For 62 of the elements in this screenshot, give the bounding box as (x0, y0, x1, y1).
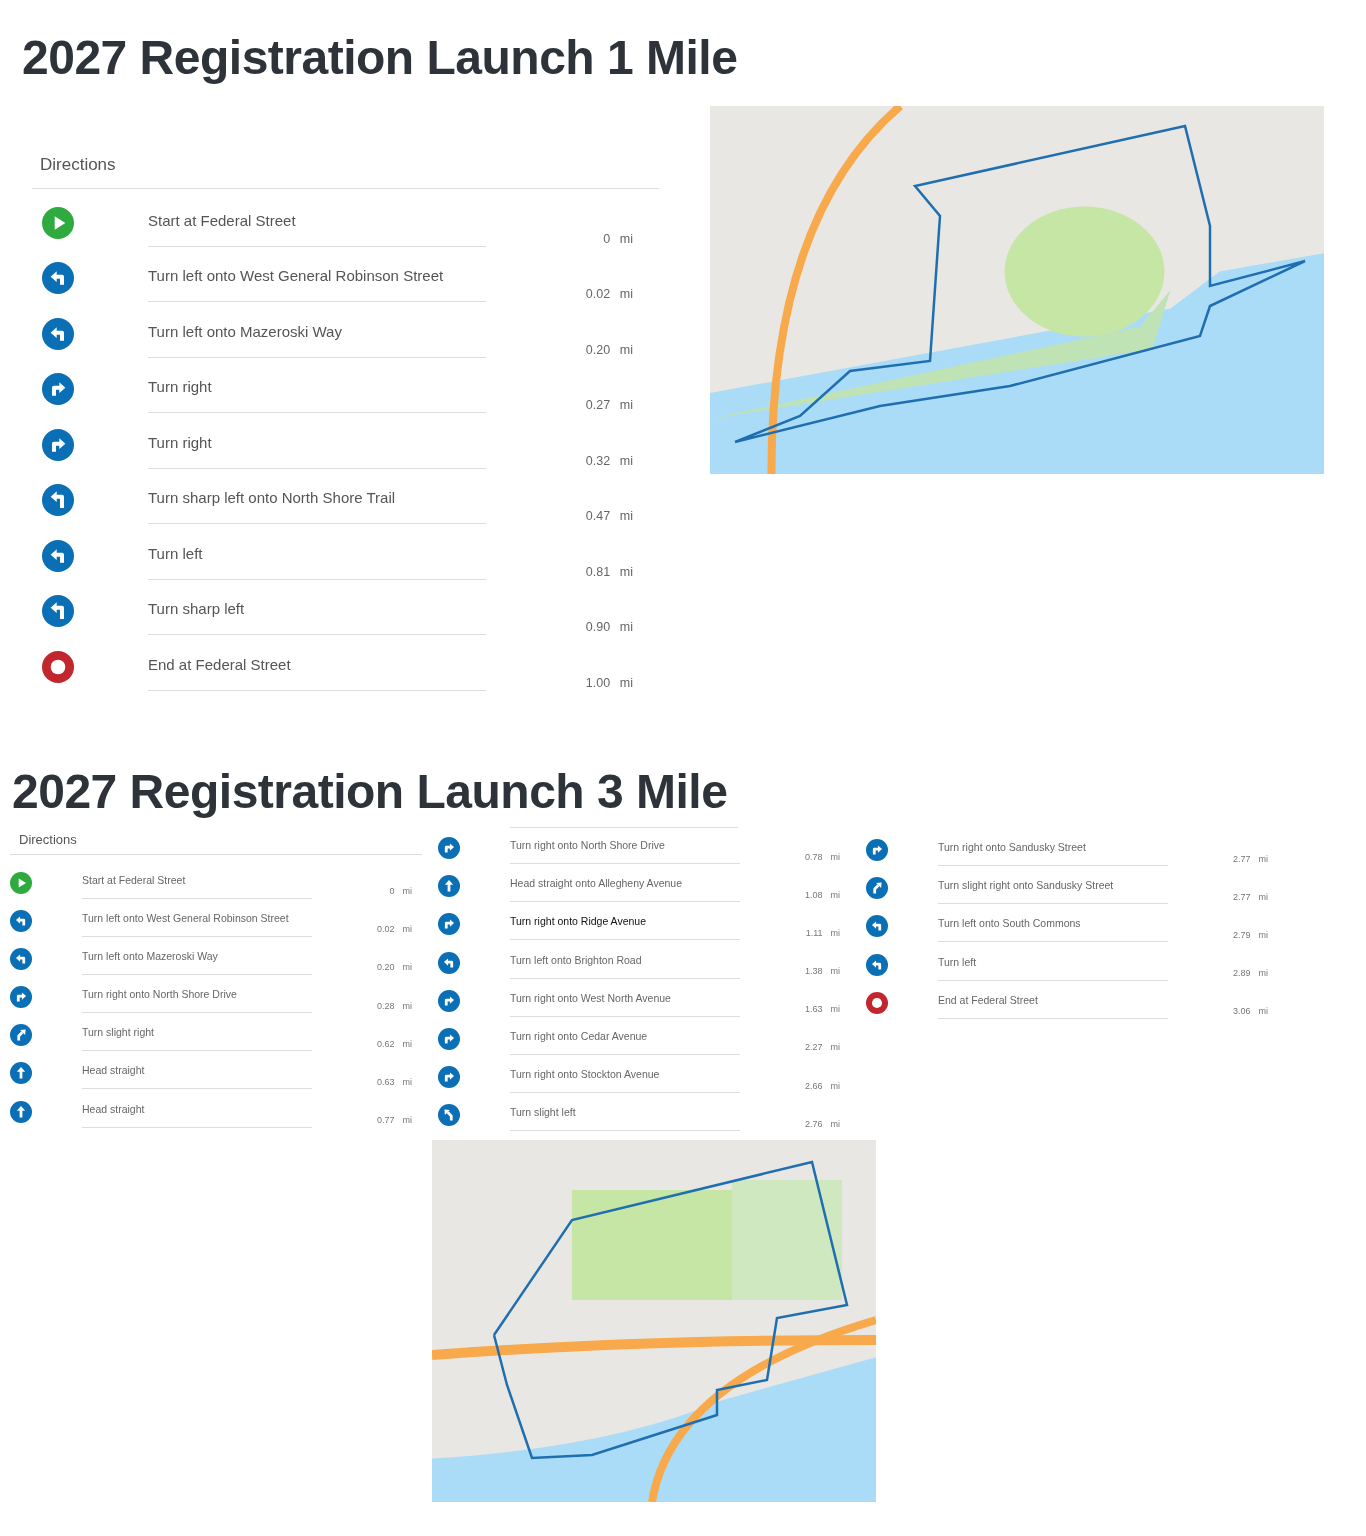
direction-step[interactable]: End at Federal Street (938, 982, 1168, 1019)
direction-step[interactable]: Turn right onto Sandusky Street (938, 830, 1168, 866)
distance-label: 2.89 mi (1233, 967, 1268, 981)
direction-step[interactable]: Turn slight right onto Sandusky Street (938, 868, 1168, 905)
direction-step[interactable]: Turn slight right (82, 1015, 312, 1052)
direction-step[interactable]: Head straight (82, 1053, 312, 1090)
direction-step[interactable]: Turn left (148, 537, 486, 580)
distance-label: 0.47 mi (585, 508, 633, 526)
distance-label: 2.77 mi (1233, 890, 1268, 904)
direction-step[interactable]: Turn right onto Stockton Avenue (510, 1057, 740, 1094)
distance-label: 2.66 mi (805, 1079, 840, 1093)
distance-label: 0.20 mi (585, 341, 633, 359)
direction-step[interactable]: Turn left onto Brighton Road (510, 942, 740, 979)
direction-step[interactable]: Turn left onto Mazeroski Way (148, 315, 486, 358)
direction-step[interactable]: Turn left onto West General Robinson Street (148, 260, 486, 302)
distance-label: 1.63 mi (805, 1003, 840, 1017)
distance-label: 2.79 mi (1233, 928, 1268, 942)
direction-step[interactable]: Turn right (148, 371, 486, 413)
direction-step[interactable]: Head straight onto Allegheny Avenue (510, 866, 740, 903)
distance-label: 0.02 mi (377, 923, 412, 937)
direction-step[interactable]: Turn slight left (510, 1095, 740, 1132)
direction-step[interactable]: Turn right onto Ridge Avenue (510, 904, 740, 941)
distance-label: 0 mi (389, 885, 412, 898)
direction-step[interactable]: Start at Federal Street (82, 862, 312, 899)
direction-step[interactable]: Turn left onto South Commons (938, 906, 1168, 943)
page-title: 2027 Registration Launch 1 Mile (22, 30, 739, 86)
direction-step[interactable]: Turn right onto West North Avenue (510, 980, 740, 1017)
distance-label: 0 mi (603, 230, 633, 248)
direction-step[interactable]: Turn left onto Mazeroski Way (82, 938, 312, 975)
distance-label: 0.78 mi (805, 850, 840, 864)
direction-step[interactable]: Turn sharp left onto North Shore Trail (148, 482, 486, 524)
direction-step[interactable]: Turn left onto West General Robinson Street (82, 900, 312, 937)
direction-step[interactable]: Turn left (938, 944, 1168, 981)
distance-label: 0.27 mi (585, 397, 633, 415)
distance-label: 3.06 mi (1233, 1005, 1268, 1019)
distance-label: 1.00 mi (585, 674, 633, 692)
distance-label: 0.63 mi (377, 1075, 412, 1089)
direction-step[interactable]: Head straight (82, 1091, 312, 1128)
distance-label: 0.77 mi (377, 1114, 412, 1128)
distance-label: 1.08 mi (805, 888, 840, 902)
distance-label: 2.27 mi (805, 1041, 840, 1055)
distance-label: 0.20 mi (377, 961, 412, 975)
section-heading: Directions (10, 830, 422, 855)
distance-label: 0.81 mi (585, 563, 633, 581)
direction-step[interactable]: Turn right (148, 426, 486, 469)
distance-label: 0.02 mi (585, 286, 633, 304)
section-heading: Directions (32, 152, 659, 189)
direction-step[interactable]: Turn right onto North Shore Drive (82, 977, 312, 1014)
direction-step[interactable]: End at Federal Street (148, 648, 486, 691)
distance-label: 0.62 mi (377, 1037, 412, 1051)
direction-step[interactable]: Turn sharp left (148, 593, 486, 635)
distance-label: 1.11 mi (805, 926, 840, 940)
distance-label: 2.76 mi (805, 1117, 840, 1131)
distance-label: 2.77 mi (1233, 852, 1268, 866)
distance-label: 0.90 mi (585, 619, 633, 637)
distance-label: 1.38 mi (805, 965, 840, 979)
page-title: 2027 Registration Launch 3 Mile (12, 764, 729, 820)
distance-label: 0.32 mi (585, 452, 633, 470)
direction-step[interactable]: Turn right onto North Shore Drive (510, 828, 740, 864)
direction-step[interactable]: Turn right onto Cedar Avenue (510, 1018, 740, 1055)
direction-step[interactable]: Start at Federal Street (148, 204, 486, 247)
distance-label: 0.28 mi (377, 999, 412, 1013)
